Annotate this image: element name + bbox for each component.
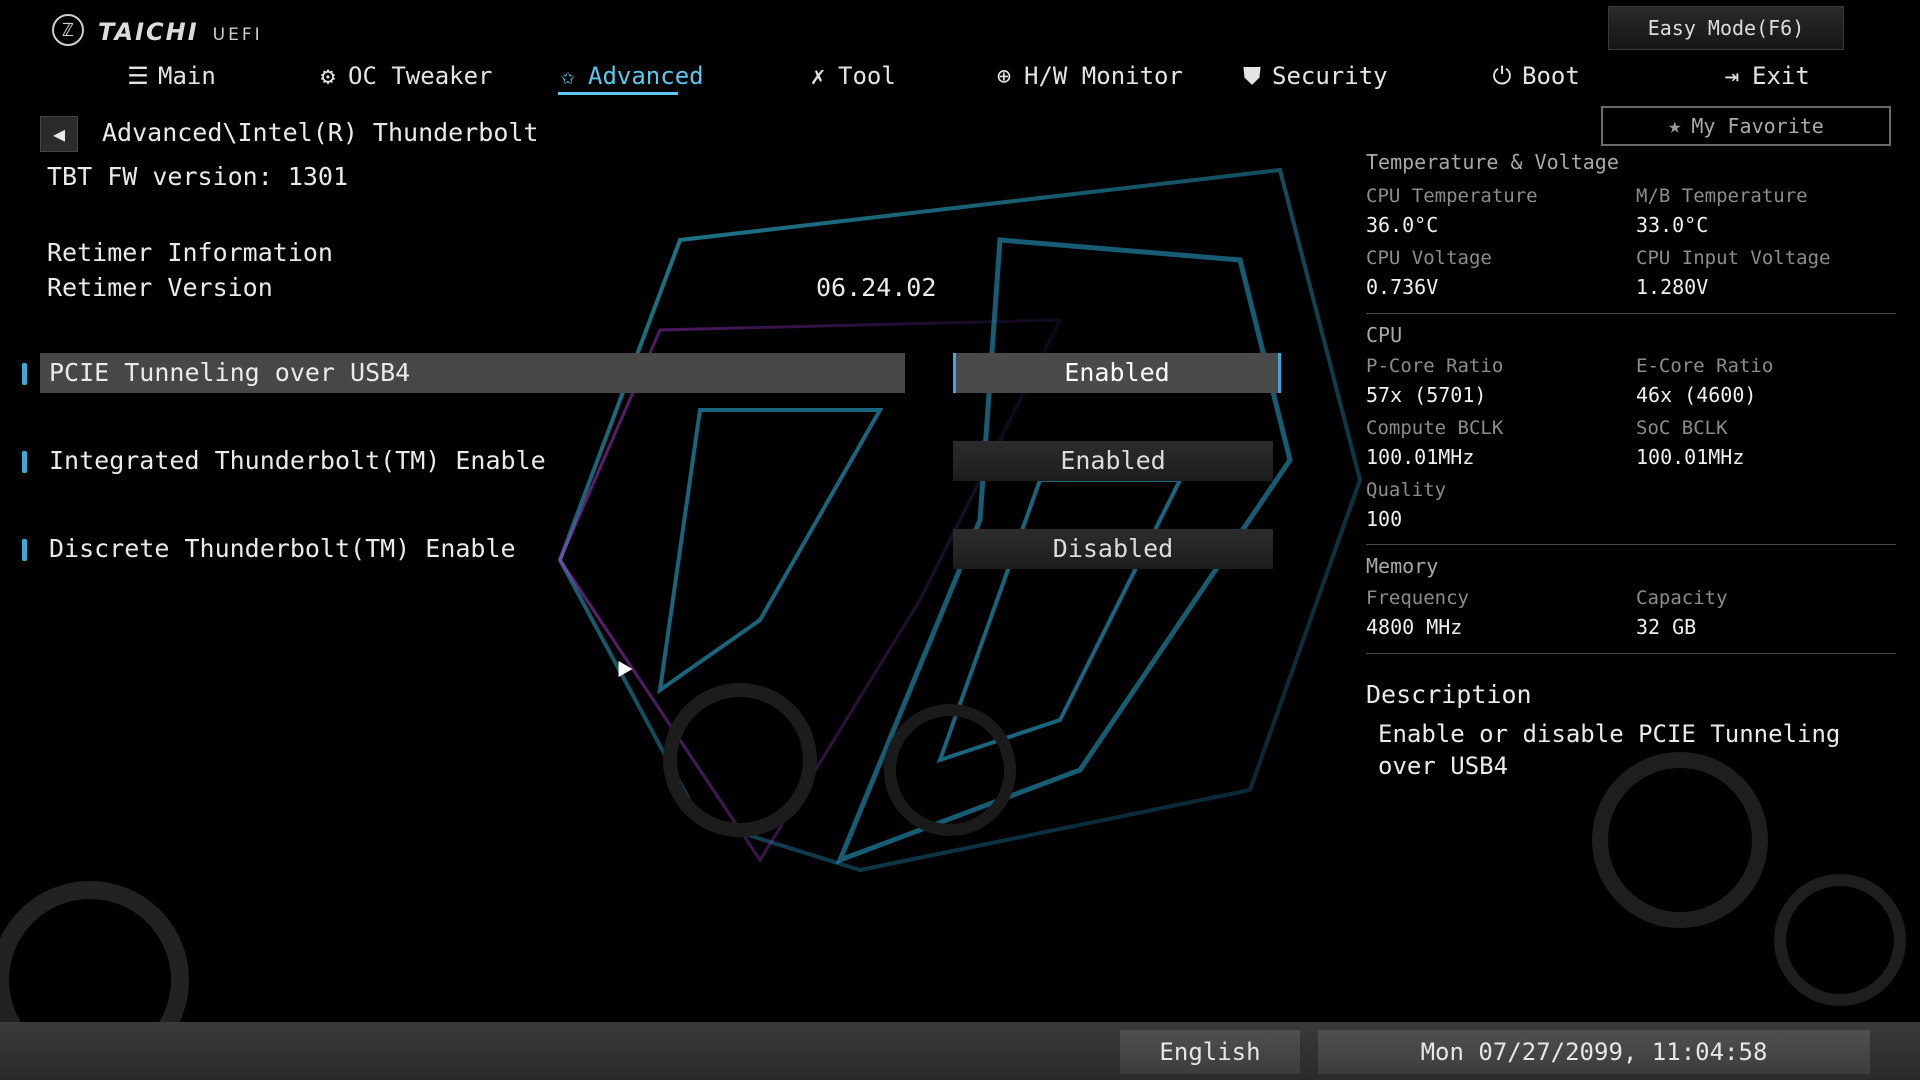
retimer-info-heading: Retimer Information [47, 238, 333, 267]
exit-icon: ⇥ [1724, 62, 1740, 90]
cpu-voltage-value: 0.736V [1366, 275, 1439, 299]
cpu-section-title: CPU [1366, 323, 1403, 347]
tab-hw-monitor[interactable]: ⊕ H/W Monitor [990, 58, 1183, 94]
ecore-ratio-value: 46x (4600) [1636, 383, 1757, 407]
option-marker [22, 451, 27, 473]
my-favorite-button[interactable]: ★ My Favorite [1601, 106, 1891, 146]
tab-main[interactable]: ☰ Main [124, 58, 216, 94]
tab-label: Exit [1752, 62, 1810, 90]
retimer-version-label: Retimer Version [47, 273, 273, 302]
language-button[interactable]: English [1120, 1030, 1300, 1074]
option-marker [22, 539, 27, 561]
compute-bclk-value: 100.01MHz [1366, 445, 1475, 469]
tools-icon: ✗ [810, 62, 826, 90]
star-icon: ✩ [560, 62, 576, 90]
cpu-input-voltage-label: CPU Input Voltage [1636, 247, 1831, 269]
divider [1366, 313, 1896, 314]
tab-label: Main [158, 62, 216, 90]
mb-temp-value: 33.0°C [1636, 213, 1709, 237]
favorite-label: My Favorite [1691, 114, 1824, 138]
brand-name: TAICHI [98, 18, 199, 46]
active-tab-indicator [558, 92, 678, 95]
option-value-dropdown[interactable]: Enabled [953, 441, 1273, 481]
description-title: Description [1366, 680, 1532, 709]
uefi-label: UEFI [212, 25, 263, 45]
star-icon: ★ [1668, 113, 1682, 139]
tab-label: Advanced [588, 62, 704, 90]
cpu-temp-label: CPU Temperature [1366, 185, 1538, 207]
cpu-voltage-label: CPU Voltage [1366, 247, 1492, 269]
option-marker [22, 363, 27, 385]
top-nav: ☰ Main ⚙ OC Tweaker ✩ Advanced ✗ Tool ⊕ … [0, 58, 1810, 100]
cpu-input-voltage-value: 1.280V [1636, 275, 1709, 299]
option-label: Discrete Thunderbolt(TM) Enable [49, 534, 516, 563]
taichi-mark-icon: ℤ [52, 14, 84, 46]
capacity-label: Capacity [1636, 587, 1728, 609]
frequency-label: Frequency [1366, 587, 1469, 609]
list-icon: ☰ [127, 62, 149, 90]
tab-label: H/W Monitor [1024, 62, 1183, 90]
divider [1366, 653, 1896, 654]
tbt-fw-version: TBT FW version: 1301 [47, 162, 349, 191]
soc-bclk-value: 100.01MHz [1636, 445, 1745, 469]
back-arrow-icon: ◀ [52, 122, 66, 146]
pcore-ratio-value: 57x (5701) [1366, 383, 1487, 407]
capacity-value: 32 GB [1636, 615, 1697, 639]
taichi-logo: ℤ TAICHI UEFI [52, 14, 263, 46]
mb-temp-label: M/B Temperature [1636, 185, 1808, 207]
option-value-dropdown[interactable]: Disabled [953, 529, 1273, 569]
datetime-display: Mon 07/27/2099, 11:04:58 [1318, 1030, 1870, 1074]
tab-tool[interactable]: ✗ Tool [804, 58, 896, 94]
easy-mode-button[interactable]: Easy Mode(F6) [1608, 6, 1844, 50]
cpu-temp-value: 36.0°C [1366, 213, 1439, 237]
tab-label: OC Tweaker [348, 62, 493, 90]
quality-label: Quality [1366, 479, 1447, 501]
option-discrete-thunderbolt[interactable]: Discrete Thunderbolt(TM) Enable Disabled [0, 529, 1300, 569]
power-icon: ⏻ [1492, 62, 1512, 90]
tab-label: Tool [838, 62, 896, 90]
shield-icon: ⛊ [1243, 62, 1261, 90]
temp-voltage-title: Temperature & Voltage [1366, 150, 1619, 174]
memory-section-title: Memory [1366, 554, 1439, 578]
tab-boot[interactable]: ⏻ Boot [1488, 58, 1580, 94]
option-value-dropdown[interactable]: Enabled [953, 353, 1281, 393]
monitor-icon: ⊕ [996, 62, 1012, 90]
option-integrated-thunderbolt[interactable]: Integrated Thunderbolt(TM) Enable Enable… [0, 441, 1300, 481]
tab-label: Security [1272, 62, 1388, 90]
option-label: Integrated Thunderbolt(TM) Enable [49, 446, 546, 475]
divider [1366, 544, 1896, 545]
option-pcie-tunneling[interactable]: PCIE Tunneling over USB4 Enabled [0, 353, 1300, 393]
retimer-version-value: 06.24.02 [816, 273, 937, 302]
tab-advanced[interactable]: ✩ Advanced [554, 58, 704, 94]
option-label: PCIE Tunneling over USB4 [40, 353, 905, 393]
mouse-cursor-icon [611, 656, 633, 678]
compute-bclk-label: Compute BCLK [1366, 417, 1504, 439]
ecore-ratio-label: E-Core Ratio [1636, 355, 1774, 377]
tab-security[interactable]: ⛊ Security [1238, 58, 1388, 94]
pcore-ratio-label: P-Core Ratio [1366, 355, 1504, 377]
rocket-icon: ⚙ [320, 62, 336, 90]
frequency-value: 4800 MHz [1366, 615, 1463, 639]
soc-bclk-label: SoC BCLK [1636, 417, 1728, 439]
tab-exit[interactable]: ⇥ Exit [1718, 58, 1810, 94]
tab-oc-tweaker[interactable]: ⚙ OC Tweaker [314, 58, 493, 94]
quality-value: 100 [1366, 507, 1403, 531]
description-text: Enable or disable PCIE Tunneling over US… [1378, 720, 1841, 780]
breadcrumb: Advanced\Intel(R) Thunderbolt [102, 118, 539, 147]
tab-label: Boot [1522, 62, 1580, 90]
back-button[interactable]: ◀ [40, 116, 78, 152]
